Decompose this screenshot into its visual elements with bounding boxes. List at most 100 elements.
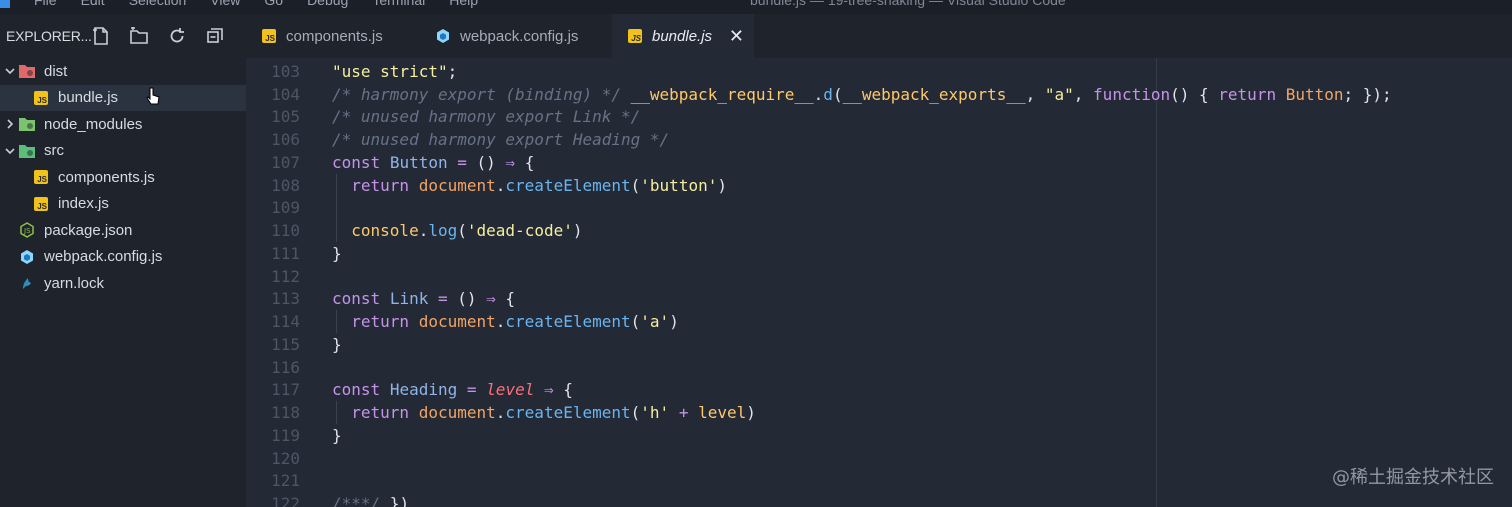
menu-item-terminal[interactable]: Terminal [372,0,425,8]
menu-item-view[interactable]: View [210,0,240,8]
line-number: 122 [271,494,300,507]
code-token: ; }); [1343,84,1392,104]
code-token: 'dead-code' [466,221,573,241]
code-token: document [418,175,496,195]
refresh-icon[interactable] [166,26,188,46]
code-token: } [332,425,342,445]
code-content: const Button = () ⇒ { [332,153,534,172]
menu-item-go[interactable]: Go [264,0,283,8]
line-number: 114 [271,312,300,332]
code-token: ( [630,312,641,332]
code-token: () [466,152,506,172]
tree-item-label: webpack.config.js [44,248,163,266]
code-line: 109 [246,196,1392,220]
code-token: log [428,221,458,241]
code-token: __webpack_exports__ [842,84,1026,104]
code-token: return [351,312,410,332]
code-token: Heading [389,380,458,400]
tab-components-js[interactable]: JS components.js [246,14,420,58]
tree-file-components-js[interactable]: JS components.js [0,164,246,191]
js-file-icon: JS [32,168,50,186]
code-token: }) [380,494,410,507]
tree-file-webpack-config-js[interactable]: webpack.config.js [0,244,246,271]
folder-dist-icon [18,62,36,80]
tree-folder-node-modules[interactable]: node_modules [0,111,246,138]
code-token: . [495,312,506,332]
code-token: createElement [505,312,631,332]
code-token: /***/ [332,494,381,507]
code-content: /***/ }) [332,494,409,507]
tree-file-yarn-lock[interactable]: yarn.lock [0,270,246,297]
menu-item-file[interactable]: File [34,0,57,8]
new-folder-icon[interactable] [128,26,150,46]
webpack-icon [18,248,36,266]
menu-item-help[interactable]: Help [449,0,478,8]
code-editor[interactable]: 103 "use strict"; 104 /* harmony export (bi… [246,58,1512,507]
json-file-icon: JS [18,221,36,239]
code-line: 108 return document.createElement('butto… [246,173,1392,197]
line-number: 113 [271,289,300,309]
code-token: level [486,380,535,400]
tree-file-bundle-js[interactable]: JS bundle.js [0,84,246,111]
code-token: } [332,243,342,263]
code-line: 122 /***/ }) [246,492,1392,507]
line-number: 118 [271,403,300,423]
tree-item-label: src [44,142,64,160]
code-token: ⇒ [486,289,496,309]
new-file-icon[interactable] [90,26,112,46]
code-token: d [823,84,833,104]
close-icon[interactable]: ✕ [729,26,744,47]
menu-item-edit[interactable]: Edit [81,0,105,8]
code-token: = [466,380,477,400]
code-token: = [457,152,467,172]
tree-file-index-js[interactable]: JS index.js [0,191,246,218]
code-line: 119} [246,424,1392,447]
tree-folder-src[interactable]: src [0,138,246,165]
code-token: . [495,403,506,423]
code-line: 106 /* unused harmony export Heading */ [246,128,1392,151]
menu-item-selection[interactable]: Selection [129,0,187,8]
webpack-icon [434,27,452,45]
js-file-icon: JS [260,27,278,45]
code-token: { [515,152,535,172]
code-token: createElement [505,175,631,195]
code-token: ) [746,403,756,423]
collapse-all-icon[interactable] [204,26,226,46]
line-number: 121 [271,471,300,491]
chevron-right-icon [2,118,18,130]
code-line: 116 [246,356,1392,379]
yarn-icon [18,274,36,292]
file-tree: dist JS bundle.js node_modulessrc JS componen… [0,58,246,297]
line-number: 104 [271,84,300,104]
code-token: ; [447,61,458,81]
tree-folder-dist[interactable]: dist [0,58,246,85]
code-token: . [495,175,506,195]
code-token: ⇒ [543,380,554,400]
tree-file-package-json[interactable]: JS package.json [0,217,246,244]
tab-webpack-config-js[interactable]: webpack.config.js [420,14,612,58]
tab-bundle-js[interactable]: JS bundle.js ✕ [612,14,754,58]
menu-item-debug[interactable]: Debug [307,0,348,8]
code-token: Link [389,289,429,309]
code-line: 103 "use strict"; [246,60,1392,83]
line-number: 108 [271,175,300,195]
code-content: return document.createElement('h' + leve… [332,403,756,422]
line-number: 111 [271,243,300,263]
explorer-title: EXPLORER... [6,28,92,44]
code-content: } [332,244,342,263]
code-token: ( [457,221,467,241]
code-token: 'h' [640,403,670,423]
code-content: return document.createElement('button') [332,176,727,195]
code-token: ⇒ [505,152,516,172]
